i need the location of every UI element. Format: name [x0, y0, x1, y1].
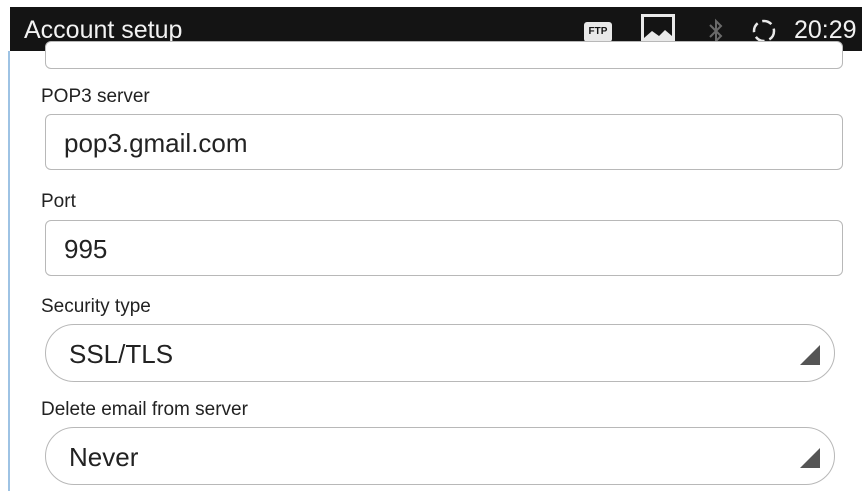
ftp-icon: FTP: [584, 22, 612, 42]
port-label: Port: [41, 191, 76, 212]
dropdown-caret-icon: [800, 345, 820, 365]
clock: 20:29: [794, 16, 857, 44]
port-input[interactable]: 995: [45, 220, 843, 276]
pop3-server-input[interactable]: pop3.gmail.com: [45, 114, 843, 170]
delete-email-label: Delete email from server: [41, 399, 248, 420]
security-type-label: Security type: [41, 296, 151, 317]
security-type-value: SSL/TLS: [69, 339, 174, 369]
security-type-select[interactable]: SSL/TLS: [45, 324, 835, 382]
account-setup-form: POP3 server pop3.gmail.com Port 995 Secu…: [10, 41, 862, 491]
delete-email-select[interactable]: Never: [45, 427, 835, 485]
app-title: Account setup: [24, 16, 183, 44]
delete-email-value: Never: [69, 442, 139, 472]
dropdown-caret-icon: [800, 448, 820, 468]
previous-field[interactable]: [45, 41, 843, 69]
pop3-server-label: POP3 server: [41, 86, 150, 107]
